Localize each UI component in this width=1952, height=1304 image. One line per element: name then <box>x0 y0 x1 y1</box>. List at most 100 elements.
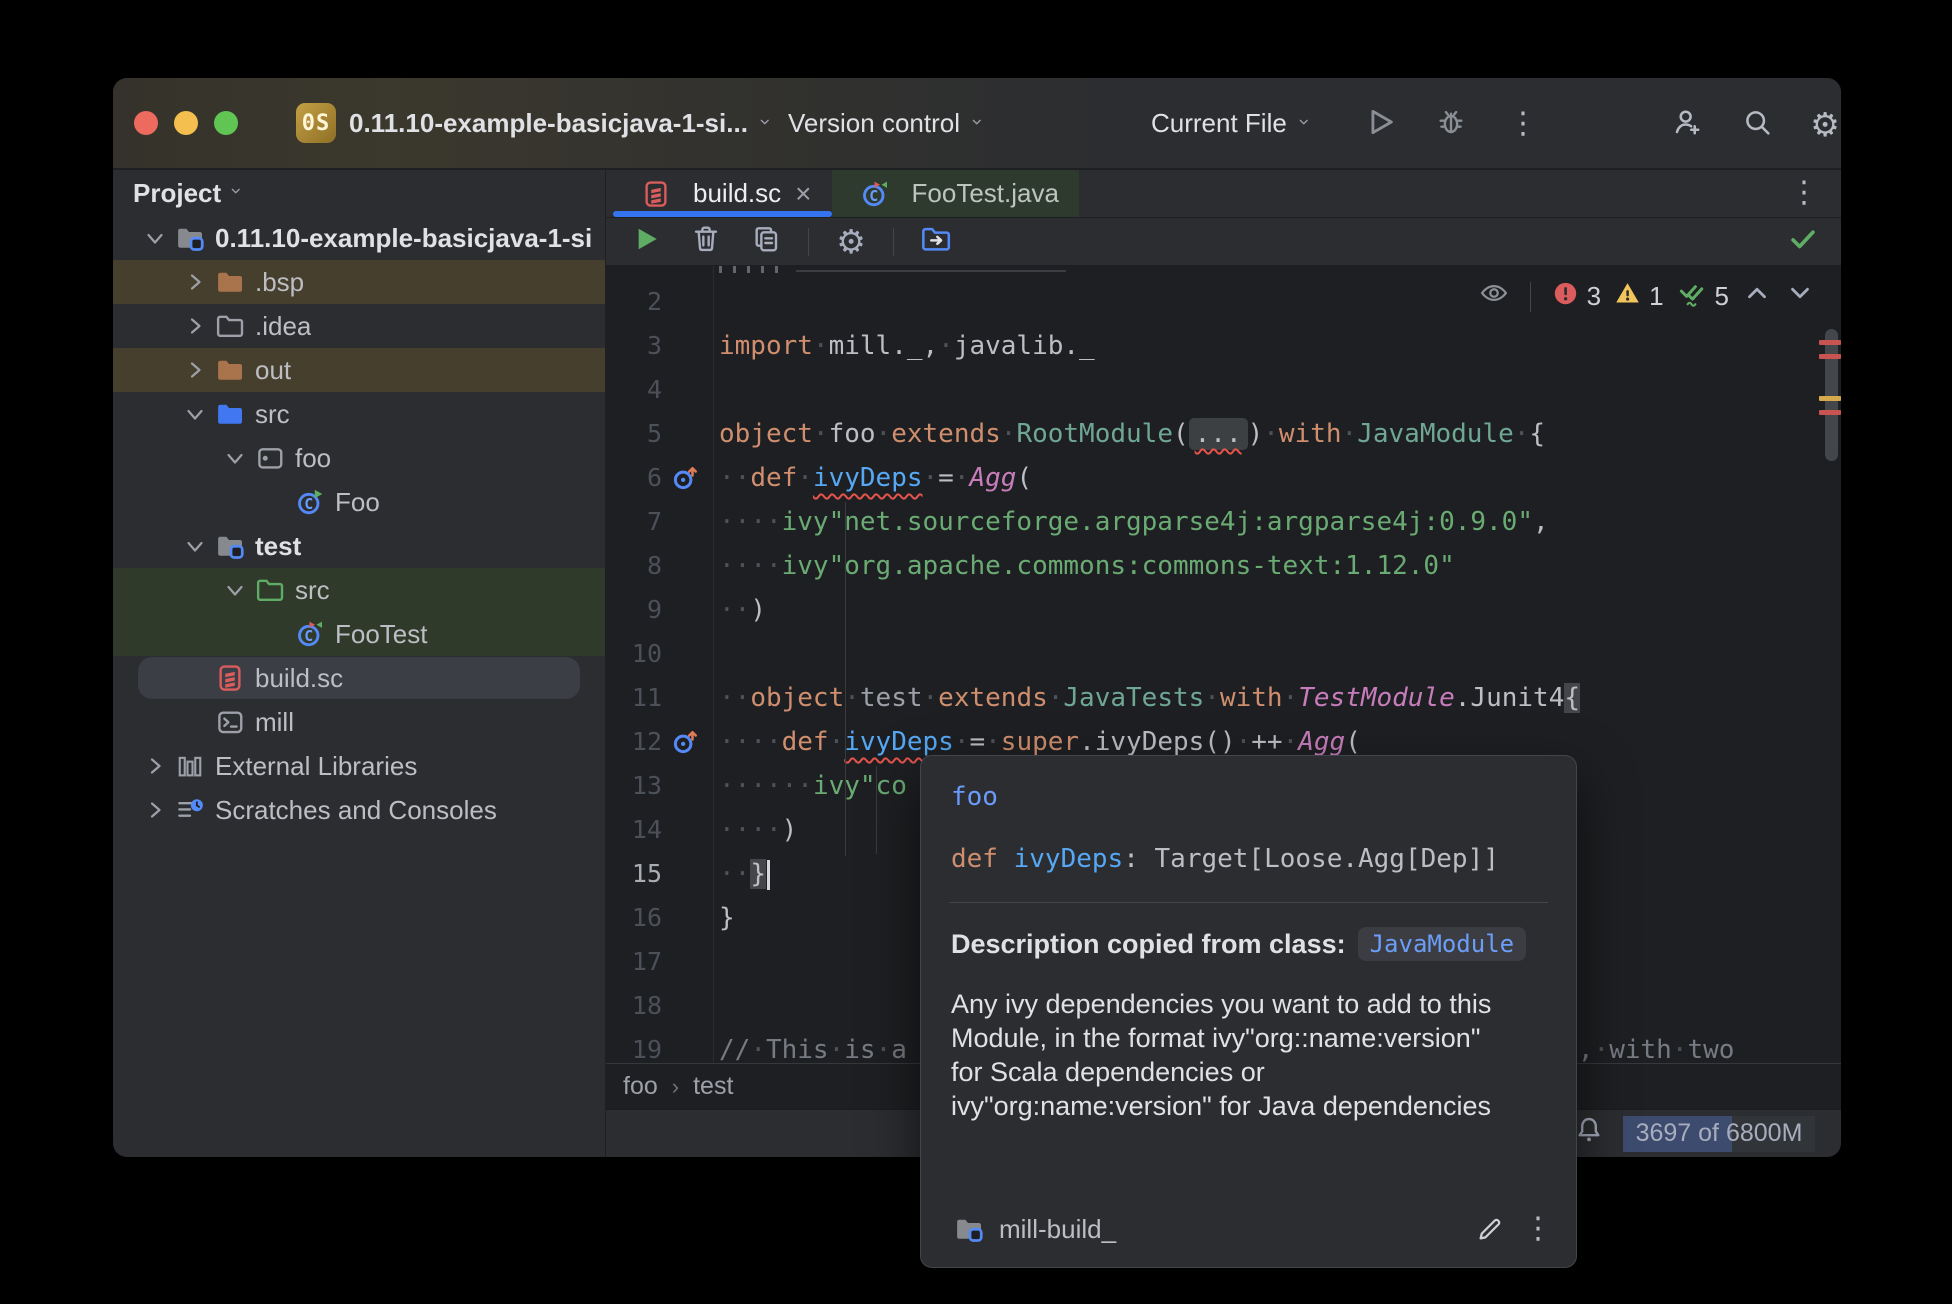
breadcrumb-separator-icon: › <box>672 1074 679 1100</box>
warning-icon <box>1614 280 1641 314</box>
gear-icon: ⚙ <box>1810 108 1840 141</box>
search-everywhere-button[interactable] <box>1735 102 1779 146</box>
doc-symbol-link[interactable]: foo <box>951 782 1546 812</box>
vcs-menu[interactable]: Version control <box>788 78 988 168</box>
tree-collapsed-chevron-icon[interactable] <box>183 314 207 338</box>
svg-text:C: C <box>304 495 313 513</box>
tree-expanded-chevron-icon[interactable] <box>183 402 207 426</box>
indent-guide <box>876 766 877 854</box>
tree-item-foo[interactable]: CFoo <box>113 480 605 524</box>
checks-passed-button[interactable] <box>1785 224 1821 260</box>
tree-expanded-chevron-icon[interactable] <box>223 578 247 602</box>
code-text: } <box>719 896 735 940</box>
tree-item-src[interactable]: src <box>113 568 605 612</box>
error-icon <box>1552 280 1579 314</box>
warning-stripe-mark[interactable] <box>1819 396 1841 401</box>
select-in-project-button[interactable] <box>918 224 954 260</box>
delete-button[interactable] <box>688 224 724 260</box>
code-with-me-button[interactable] <box>1665 102 1709 146</box>
memory-indicator[interactable]: 3697 of 6800M <box>1623 1116 1815 1152</box>
run-button[interactable] <box>1358 102 1402 146</box>
module-folder-icon <box>175 223 205 253</box>
tree-item-label: mill <box>255 707 294 738</box>
chevron-down-icon <box>970 109 988 140</box>
tree-collapsed-chevron-icon[interactable] <box>143 798 167 822</box>
close-tab-icon[interactable]: × <box>795 178 811 210</box>
tree-item--idea[interactable]: .idea <box>113 304 605 348</box>
tree-item-foo[interactable]: foo <box>113 436 605 480</box>
overriding-method-gutter-icon[interactable] <box>670 463 700 493</box>
tab-footest-java[interactable]: C FooTest.java <box>832 170 1079 217</box>
notifications-button[interactable] <box>1573 1114 1605 1153</box>
chevron-down-icon <box>758 109 776 140</box>
prev-problem-button[interactable] <box>1742 278 1772 315</box>
run-configuration-selector[interactable]: Current File <box>1151 78 1315 168</box>
more-actions-button[interactable]: ⋮ <box>1501 102 1545 146</box>
toolbar-divider <box>893 228 894 256</box>
line-number: 9 <box>606 588 662 632</box>
code-text: ····) <box>719 808 797 852</box>
script-settings-button[interactable]: ⚙ <box>833 224 869 260</box>
folder-sources-icon <box>215 399 245 429</box>
tree-item-label: FooTest <box>335 619 428 650</box>
breadcrumb-item-test[interactable]: test <box>693 1072 733 1101</box>
tree-item-label: foo <box>295 443 331 474</box>
overriding-method-gutter-icon[interactable] <box>670 727 700 757</box>
edit-source-button[interactable] <box>1472 1211 1508 1247</box>
doc-more-menu[interactable]: ⋮ <box>1520 1211 1556 1247</box>
line-number: 14 <box>606 808 662 852</box>
tree-item-external-libraries[interactable]: External Libraries <box>113 744 605 788</box>
tree-item-label: Scratches and Consoles <box>215 795 497 826</box>
passed-count: 5 <box>1715 281 1729 312</box>
tree-item-0-11-10-example-basicjava-1-si[interactable]: 0.11.10-example-basicjava-1-si <box>113 216 605 260</box>
kebab-menu-icon: ⋮ <box>1508 109 1538 139</box>
line-number: 19 <box>606 1028 662 1063</box>
minimize-window-button[interactable] <box>174 111 198 135</box>
tree-item-src[interactable]: src <box>113 392 605 436</box>
project-tool-window: Project 0.11.10-example-basicjava-1-si.b… <box>113 170 606 1157</box>
tree-collapsed-chevron-icon[interactable] <box>183 270 207 294</box>
scratches-icon <box>175 795 205 825</box>
tree-expanded-chevron-icon[interactable] <box>183 534 207 558</box>
inspections-widget[interactable]: 3 1 5 <box>1479 278 1815 315</box>
tree-expanded-chevron-icon[interactable] <box>143 226 167 250</box>
project-panel-header[interactable]: Project <box>113 170 605 216</box>
tree-expanded-chevron-icon[interactable] <box>223 446 247 470</box>
code-text: import·mill._,·javalib._ <box>719 324 1095 368</box>
folder-arrow-icon <box>920 223 952 260</box>
error-stripe-mark[interactable] <box>1819 410 1841 415</box>
test-class-icon: C <box>295 619 325 649</box>
tab-build-sc[interactable]: build.sc × <box>613 170 832 217</box>
debug-button[interactable] <box>1429 102 1473 146</box>
scrollbar[interactable] <box>1825 329 1838 461</box>
settings-button[interactable]: ⚙ <box>1803 102 1841 146</box>
line-number: 13 <box>606 764 662 808</box>
copy-button[interactable] <box>748 224 784 260</box>
error-stripe-mark[interactable] <box>1819 354 1841 359</box>
doc-class-link[interactable]: JavaModule <box>1358 927 1527 961</box>
tree-item-footest[interactable]: C FooTest <box>113 612 605 656</box>
close-window-button[interactable] <box>134 111 158 135</box>
maximize-window-button[interactable] <box>214 111 238 135</box>
tree-indent <box>183 666 207 690</box>
documentation-popup: foo def ivyDeps: Target[Loose.Agg[Dep]] … <box>920 755 1577 1268</box>
next-problem-button[interactable] <box>1785 278 1815 315</box>
run-script-button[interactable] <box>628 224 664 260</box>
tree-collapsed-chevron-icon[interactable] <box>183 358 207 382</box>
tree-item-test[interactable]: test <box>113 524 605 568</box>
popup-divider <box>949 902 1548 903</box>
line-number: 7 <box>606 500 662 544</box>
class-runnable-icon: C <box>295 487 325 517</box>
tab-options-menu[interactable]: ⋮ <box>1789 178 1819 208</box>
tree-item--bsp[interactable]: .bsp <box>113 260 605 304</box>
tree-item-build-sc[interactable]: build.sc <box>113 656 605 700</box>
project-switcher-menu[interactable]: 0.11.10-example-basicjava-1-si... <box>349 78 776 168</box>
breadcrumb-item-foo[interactable]: foo <box>623 1072 658 1101</box>
error-stripe-mark[interactable] <box>1819 340 1841 345</box>
tree-item-out[interactable]: out <box>113 348 605 392</box>
tree-item-mill[interactable]: mill <box>113 700 605 744</box>
project-name: 0.11.10-example-basicjava-1-si... <box>349 108 748 139</box>
line-number: 2 <box>606 280 662 324</box>
tree-collapsed-chevron-icon[interactable] <box>143 754 167 778</box>
tree-item-scratches-and-consoles[interactable]: Scratches and Consoles <box>113 788 605 832</box>
